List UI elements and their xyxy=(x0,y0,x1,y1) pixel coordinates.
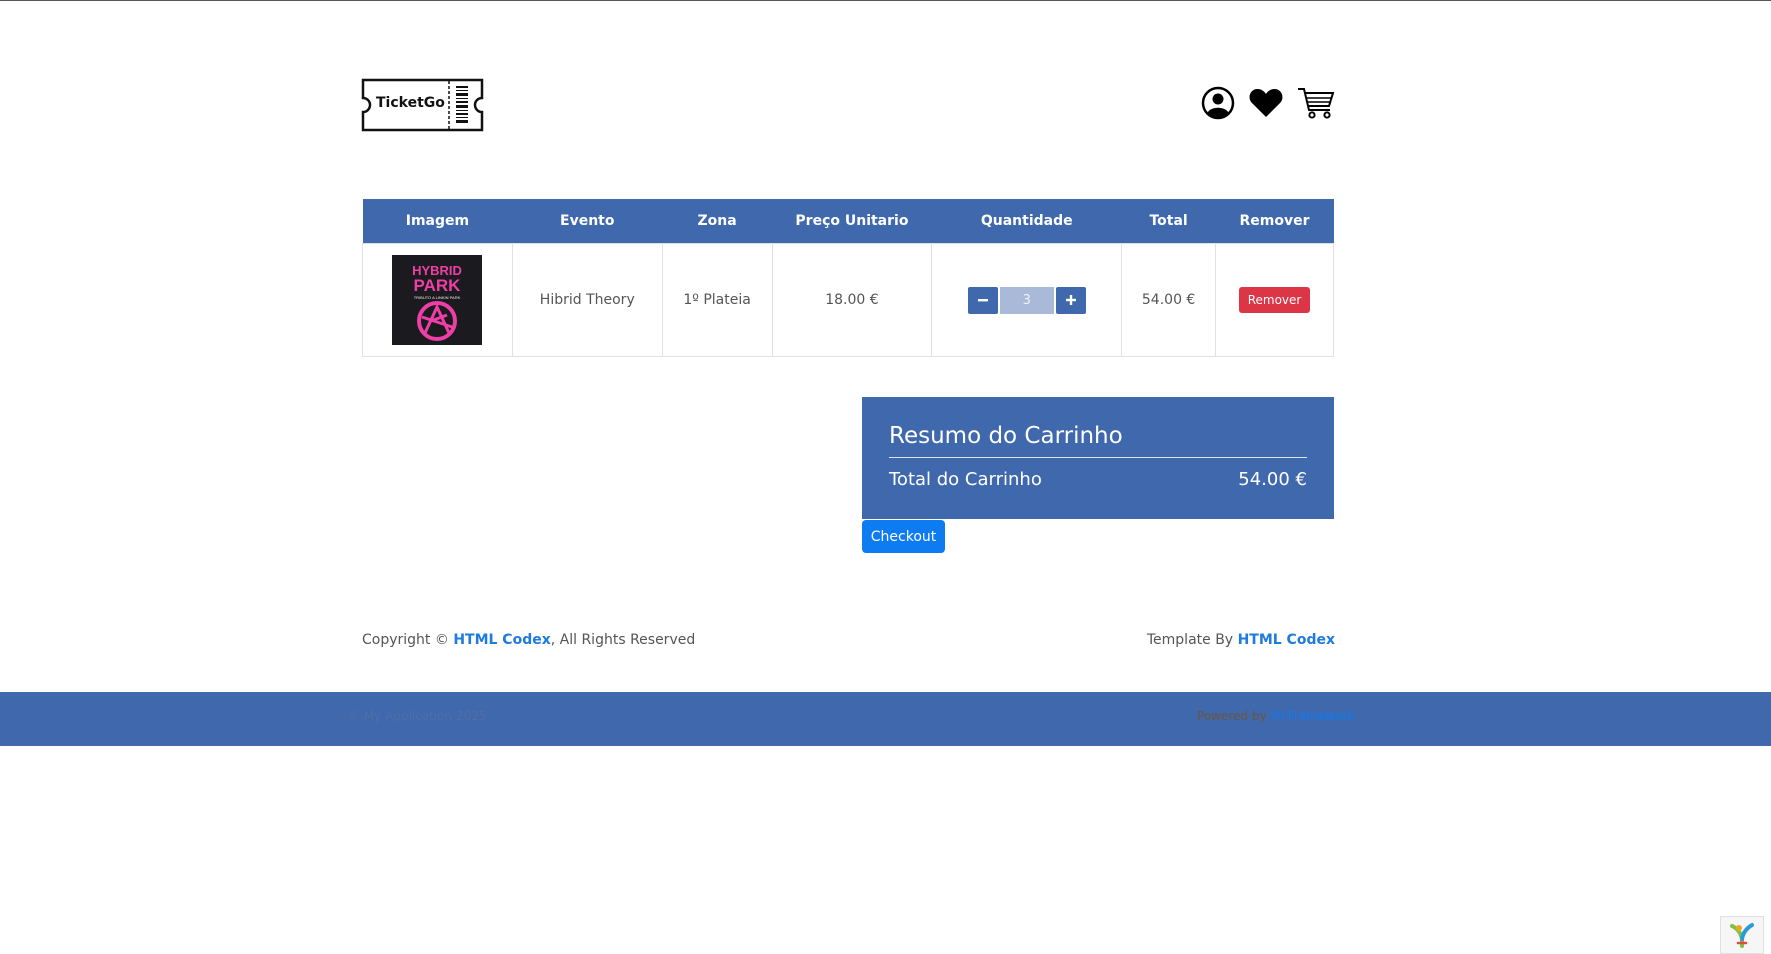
template-prefix: Template By xyxy=(1146,632,1234,648)
quantity-input[interactable] xyxy=(999,286,1054,314)
yii-framework-link[interactable]: Yii Framework xyxy=(1270,709,1354,723)
cell-zona: 1º Plateia xyxy=(661,243,773,357)
summary-total-row: Total do Carrinho 54.00 € xyxy=(889,469,1307,490)
template-credit: Template By HTML Codex xyxy=(1147,632,1335,648)
header-total: Total xyxy=(1121,199,1216,244)
copyright-prefix: Copyright © xyxy=(362,632,449,648)
quantity-stepper xyxy=(967,286,1086,314)
footer-app-copyright: © My Application 2025 xyxy=(348,709,487,723)
table-row: HYBRID PARK TRIBUTO A LINKIN PARK Hibrid… xyxy=(362,243,1334,357)
copyright-link[interactable]: HTML Codex xyxy=(453,632,550,648)
summary-total-value: 54.00 € xyxy=(1238,469,1307,490)
header-zona: Zona xyxy=(662,199,773,244)
yii-logo-icon[interactable] xyxy=(1720,916,1764,954)
logo-text: TicketGo xyxy=(376,95,445,111)
heart-icon[interactable] xyxy=(1249,88,1283,118)
summary-total-label: Total do Carrinho xyxy=(889,469,1042,490)
thumb-text-3: TRIBUTO A LINKIN PARK xyxy=(414,295,461,300)
decrease-quantity-button[interactable] xyxy=(967,286,998,314)
cart-summary: Resumo do Carrinho Total do Carrinho 54.… xyxy=(862,397,1334,519)
cell-quantidade xyxy=(931,243,1123,357)
top-border xyxy=(0,0,1771,1)
checkout-button[interactable]: Checkout xyxy=(862,520,945,553)
template-link[interactable]: HTML Codex xyxy=(1238,632,1335,648)
plus-icon xyxy=(1065,295,1076,305)
cell-preco: 18.00 € xyxy=(771,243,933,357)
summary-title: Resumo do Carrinho xyxy=(889,423,1307,458)
thumb-text-2: PARK xyxy=(414,276,462,295)
increase-quantity-button[interactable] xyxy=(1055,286,1086,314)
ticketgo-logo[interactable]: TicketGo xyxy=(361,78,484,132)
minus-icon xyxy=(977,299,988,302)
cell-evento: Hibrid Theory xyxy=(511,243,663,357)
header-evento: Evento xyxy=(512,199,663,244)
copyright: Copyright © HTML Codex, All Rights Reser… xyxy=(362,632,695,648)
remove-item-button[interactable]: Remover xyxy=(1238,287,1311,313)
cart-table: Imagem Evento Zona Preço Unitario Quanti… xyxy=(362,199,1334,357)
header-quantidade: Quantidade xyxy=(931,199,1122,244)
powered-by-prefix: Powered by xyxy=(1197,709,1267,723)
header-remover: Remover xyxy=(1215,199,1334,244)
footer-powered-by: Powered by Yii Framework xyxy=(1197,709,1354,723)
cell-remover: Remover xyxy=(1215,243,1334,357)
user-circle-icon[interactable] xyxy=(1201,86,1235,120)
header-preco: Preço Unitario xyxy=(772,199,932,244)
table-header-row: Imagem Evento Zona Preço Unitario Quanti… xyxy=(362,199,1334,244)
copyright-suffix: , All Rights Reserved xyxy=(550,632,696,648)
header-actions xyxy=(1201,86,1335,120)
cell-image: HYBRID PARK TRIBUTO A LINKIN PARK xyxy=(362,243,513,357)
cart-icon[interactable] xyxy=(1297,86,1335,120)
cell-total: 54.00 € xyxy=(1121,243,1217,357)
header-imagem: Imagem xyxy=(362,199,513,244)
event-thumbnail: HYBRID PARK TRIBUTO A LINKIN PARK xyxy=(392,255,483,345)
footer-bar: © My Application 2025 Powered by Yii Fra… xyxy=(0,692,1771,746)
